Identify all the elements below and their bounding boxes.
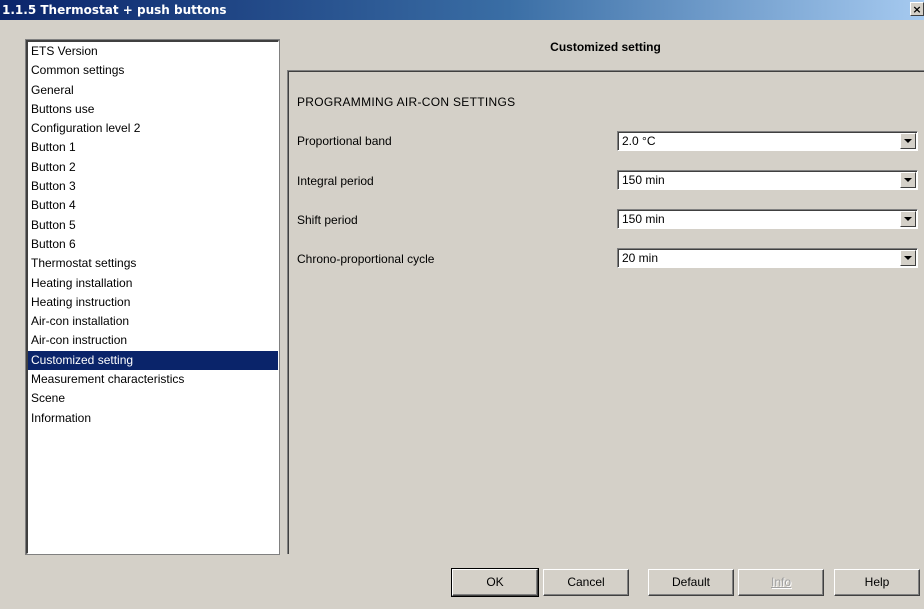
nav-item-general[interactable]: General <box>28 81 278 100</box>
nav-item-ets-version[interactable]: ETS Version <box>28 42 278 61</box>
nav-item-button-5[interactable]: Button 5 <box>28 216 278 235</box>
chrono-proportional-cycle-value: 20 min <box>622 251 659 265</box>
nav-item-button-1[interactable]: Button 1 <box>28 138 278 157</box>
info-button-label: Info <box>770 575 791 589</box>
chrono-proportional-cycle-select[interactable]: 20 min <box>617 248 918 268</box>
nav-item-button-2[interactable]: Button 2 <box>28 158 278 177</box>
default-button[interactable]: Default <box>648 569 734 596</box>
integral-period-label: Integral period <box>297 174 374 188</box>
nav-item-button-3[interactable]: Button 3 <box>28 177 278 196</box>
close-icon[interactable]: × <box>910 2 924 16</box>
integral-period-select[interactable]: 150 min <box>617 170 918 190</box>
nav-item-common-settings[interactable]: Common settings <box>28 61 278 80</box>
nav-item-air-con-instruction[interactable]: Air-con instruction <box>28 331 278 350</box>
nav-item-button-4[interactable]: Button 4 <box>28 196 278 215</box>
cancel-button[interactable]: Cancel <box>543 569 629 596</box>
nav-item-heating-installation[interactable]: Heating installation <box>28 274 278 293</box>
nav-item-buttons-use[interactable]: Buttons use <box>28 100 278 119</box>
nav-item-heating-instruction[interactable]: Heating instruction <box>28 293 278 312</box>
proportional-band-value: 2.0 °C <box>622 134 656 148</box>
window-title: 1.1.5 Thermostat + push buttons <box>2 3 227 17</box>
integral-period-value: 150 min <box>622 173 665 187</box>
ok-button[interactable]: OK <box>451 568 539 597</box>
proportional-band-select[interactable]: 2.0 °C <box>617 131 918 151</box>
nav-item-air-con-installation[interactable]: Air-con installation <box>28 312 278 331</box>
chevron-down-icon[interactable] <box>900 250 916 266</box>
info-button: Info <box>738 569 824 596</box>
chevron-down-icon[interactable] <box>900 211 916 227</box>
chevron-down-icon[interactable] <box>900 172 916 188</box>
proportional-band-label: Proportional band <box>297 134 392 148</box>
shift-period-label: Shift period <box>297 213 358 227</box>
nav-item-configuration-level-2[interactable]: Configuration level 2 <box>28 119 278 138</box>
title-bar: 1.1.5 Thermostat + push buttons × <box>0 0 924 20</box>
nav-item-information[interactable]: Information <box>28 409 278 428</box>
settings-nav-list[interactable]: ETS Version Common settings General Butt… <box>25 39 280 555</box>
chrono-proportional-cycle-label: Chrono-proportional cycle <box>297 252 435 266</box>
nav-item-button-6[interactable]: Button 6 <box>28 235 278 254</box>
section-heading: PROGRAMMING AIR-CON SETTINGS <box>297 95 516 109</box>
nav-item-scene[interactable]: Scene <box>28 389 278 408</box>
shift-period-value: 150 min <box>622 212 665 226</box>
nav-item-thermostat-settings[interactable]: Thermostat settings <box>28 254 278 273</box>
chevron-down-icon[interactable] <box>900 133 916 149</box>
shift-period-select[interactable]: 150 min <box>617 209 918 229</box>
nav-item-measurement-characteristics[interactable]: Measurement characteristics <box>28 370 278 389</box>
nav-item-customized-setting[interactable]: Customized setting <box>28 350 278 371</box>
panel-title: Customized setting <box>550 40 661 54</box>
help-button[interactable]: Help <box>834 569 920 596</box>
